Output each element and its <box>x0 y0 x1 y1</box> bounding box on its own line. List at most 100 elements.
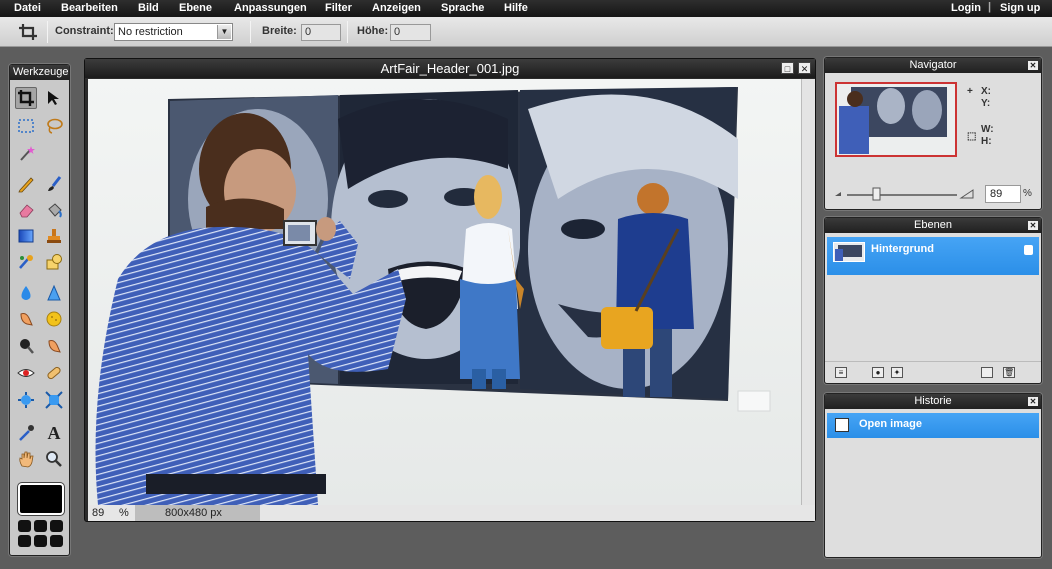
color-picker-icon[interactable] <box>15 422 37 444</box>
layer-mask-icon[interactable]: ● <box>872 367 884 378</box>
crop-icon[interactable] <box>18 23 40 41</box>
burn-icon[interactable] <box>15 335 37 357</box>
options-divider <box>250 21 251 43</box>
magic-wand-icon[interactable] <box>15 142 37 164</box>
layer-style-icon[interactable]: ✦ <box>891 367 903 378</box>
bloat-icon[interactable] <box>15 389 37 411</box>
marquee-icon[interactable] <box>15 115 37 137</box>
layers-panel: Ebenen ✕ Hintergrund ≡ ● ✦ 🗑 <box>824 217 1042 384</box>
grid-dot[interactable] <box>18 520 31 532</box>
navigator-zoom-input[interactable]: 89 <box>985 185 1021 203</box>
tools-title: Werkzeuge <box>10 65 69 80</box>
y-label: Y: <box>981 98 991 109</box>
zoom-icon[interactable] <box>43 448 65 470</box>
layers-title: Ebenen <box>825 218 1041 233</box>
sharpen-icon[interactable] <box>43 282 65 304</box>
menu-datei[interactable]: Datei <box>14 2 41 14</box>
width-field[interactable]: 0 <box>301 24 341 41</box>
spot-heal-icon[interactable] <box>43 362 65 384</box>
menu-bar: Datei Bearbeiten Bild Ebene Anpassungen … <box>0 0 1052 17</box>
eraser-icon[interactable] <box>15 199 37 221</box>
tools-panel: Werkzeuge A <box>9 64 70 556</box>
menu-bild[interactable]: Bild <box>138 2 159 14</box>
zoom-value[interactable]: 89 <box>92 507 104 519</box>
layer-row[interactable]: Hintergrund <box>827 237 1039 275</box>
hand-icon[interactable] <box>15 448 37 470</box>
image-dimensions: 800x480 px <box>135 505 260 521</box>
height-field[interactable]: 0 <box>390 24 431 41</box>
h-label: H: <box>981 136 992 147</box>
document-window: ArtFair_Header_001.jpg □ ✕ 89 % 800x480 … <box>84 58 816 522</box>
type-icon[interactable]: A <box>43 422 65 444</box>
pinch-icon[interactable] <box>43 389 65 411</box>
menu-anzeigen[interactable]: Anzeigen <box>372 2 421 14</box>
crop-tool-icon[interactable] <box>15 87 37 109</box>
grid-dot[interactable] <box>34 535 47 547</box>
options-divider <box>347 21 348 43</box>
smudge-icon[interactable] <box>15 308 37 330</box>
red-eye-icon[interactable] <box>15 362 37 384</box>
paint-bucket-icon[interactable] <box>43 199 65 221</box>
brush-icon[interactable] <box>43 173 65 195</box>
grid-dot[interactable] <box>18 535 31 547</box>
shape-icon[interactable] <box>43 251 65 273</box>
login-link[interactable]: Login <box>951 2 981 14</box>
options-divider <box>47 21 48 43</box>
chevron-down-icon[interactable]: ▼ <box>217 25 231 39</box>
menu-separator: | <box>988 1 992 13</box>
size-icon: ⬚ <box>967 131 977 142</box>
grid-dot[interactable] <box>50 535 63 547</box>
close-icon[interactable]: ✕ <box>1028 61 1038 70</box>
photo-artwork <box>88 79 801 505</box>
layer-thumbnail <box>833 242 865 262</box>
color-replace-icon[interactable] <box>15 251 37 273</box>
document-icon <box>835 418 849 432</box>
x-label: X: <box>981 86 991 97</box>
menu-ebene[interactable]: Ebene <box>179 2 212 14</box>
tool-options-grid <box>18 520 64 547</box>
maximize-icon[interactable]: □ <box>781 62 794 74</box>
w-label: W: <box>981 124 994 135</box>
menu-anpassungen[interactable]: Anpassungen <box>234 2 307 14</box>
grid-dot[interactable] <box>50 520 63 532</box>
zoom-unit: % <box>119 507 129 519</box>
close-icon[interactable]: ✕ <box>1028 221 1038 230</box>
width-label: Breite: <box>262 25 297 37</box>
history-title: Historie <box>825 394 1041 409</box>
dodge-icon[interactable] <box>43 335 65 357</box>
constraint-select[interactable]: No restriction ▼ <box>114 23 233 41</box>
pencil-icon[interactable] <box>15 173 37 195</box>
sponge-icon[interactable] <box>43 308 65 330</box>
menu-sprache[interactable]: Sprache <box>441 2 484 14</box>
foreground-color-swatch[interactable] <box>18 483 64 515</box>
stamp-icon[interactable] <box>43 225 65 247</box>
close-icon[interactable]: ✕ <box>1028 397 1038 406</box>
layer-name: Hintergrund <box>871 243 934 255</box>
constraint-label: Constraint: <box>55 25 114 37</box>
history-item[interactable]: Open image <box>827 413 1039 438</box>
grid-dot[interactable] <box>34 520 47 532</box>
document-title: ArtFair_Header_001.jpg <box>85 59 815 78</box>
lock-icon <box>1024 245 1033 255</box>
close-icon[interactable]: ✕ <box>798 62 811 74</box>
canvas-image[interactable] <box>88 79 801 505</box>
gradient-icon[interactable] <box>15 225 37 247</box>
new-layer-icon[interactable] <box>981 367 993 378</box>
zoom-slider[interactable] <box>833 186 983 202</box>
menu-bearbeiten[interactable]: Bearbeiten <box>61 2 118 14</box>
crosshair-icon: + <box>967 86 973 97</box>
signup-link[interactable]: Sign up <box>1000 2 1040 14</box>
move-icon[interactable] <box>43 87 65 109</box>
trash-icon[interactable]: 🗑 <box>1003 367 1015 378</box>
menu-hilfe[interactable]: Hilfe <box>504 2 528 14</box>
constraint-value: No restriction <box>118 26 183 38</box>
drop-icon[interactable] <box>15 282 37 304</box>
layer-settings-icon[interactable]: ≡ <box>835 367 847 378</box>
navigator-title: Navigator <box>825 58 1041 73</box>
vertical-scrollbar[interactable] <box>801 79 815 505</box>
navigator-thumbnail[interactable] <box>835 82 957 157</box>
menu-filter[interactable]: Filter <box>325 2 352 14</box>
history-item-label: Open image <box>859 418 922 430</box>
document-status-bar: 89 % 800x480 px <box>88 505 815 521</box>
lasso-icon[interactable] <box>43 115 65 137</box>
